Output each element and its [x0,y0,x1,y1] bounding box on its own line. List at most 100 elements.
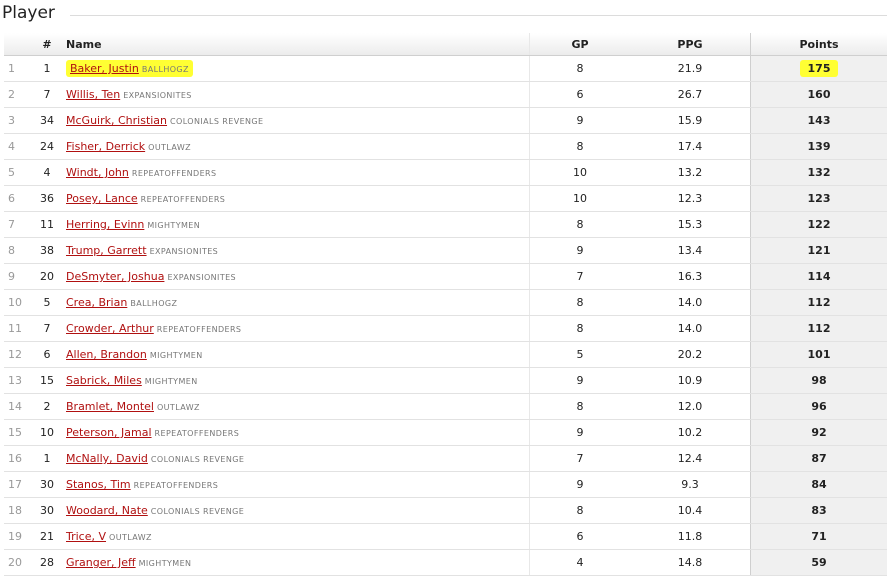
player-cell: Fisher, Derrick OUTLAWZ [62,133,530,160]
title-divider [70,15,887,16]
player-link[interactable]: Crea, Brian [66,296,127,309]
player-link[interactable]: Herring, Evinn [66,218,144,231]
name-wrapper: McNally, David COLONIALS REVENGE [66,452,244,465]
row-index: 12 [4,341,32,368]
name-wrapper: Crea, Brian BALLHOGZ [66,296,177,309]
row-index: 14 [4,393,32,420]
jersey-number: 1 [32,55,62,82]
team-name: OUTLAWZ [109,533,152,542]
jersey-number: 7 [32,81,62,108]
row-index: 13 [4,367,32,394]
row-index: 4 [4,133,32,160]
name-wrapper: Trump, Garrett EXPANSIONITES [66,244,218,257]
table-row: 13 15 Sabrick, Miles MIGHTYMEN 9 10.9 98 [4,367,887,394]
jersey-number: 11 [32,211,62,238]
points-cell: 59 [750,549,887,576]
points-cell: 71 [750,523,887,550]
column-header-ppg[interactable]: PPG [630,33,751,56]
player-link[interactable]: Woodard, Nate [66,504,148,517]
points-cell: 114 [750,263,887,290]
team-name: MIGHTYMEN [138,559,192,568]
points-cell: 92 [750,419,887,446]
row-index: 18 [4,497,32,524]
player-cell: DeSmyter, Joshua EXPANSIONITES [62,263,530,290]
player-cell: Bramlet, Montel OUTLAWZ [62,393,530,420]
row-index: 11 [4,315,32,342]
column-header-index [4,33,32,56]
team-name: MIGHTYMEN [147,221,201,230]
table-row: 17 30 Stanos, Tim REPEATOFFENDERS 9 9.3 84 [4,471,887,498]
player-link[interactable]: Baker, Justin [70,62,139,75]
name-wrapper: Windt, John REPEATOFFENDERS [66,166,217,179]
games-played: 10 [529,185,630,212]
player-link[interactable]: Crowder, Arthur [66,322,154,335]
name-wrapper: Herring, Evinn MIGHTYMEN [66,218,200,231]
points-per-game: 17.4 [630,133,751,160]
points-per-game: 13.2 [630,159,751,186]
games-played: 9 [529,471,630,498]
points-value: 71 [811,530,827,543]
points-cell: 175 [750,55,887,82]
player-link[interactable]: Willis, Ten [66,88,120,101]
player-link[interactable]: Bramlet, Montel [66,400,154,413]
player-cell: Crea, Brian BALLHOGZ [62,289,530,316]
points-cell: 160 [750,81,887,108]
player-cell: Willis, Ten EXPANSIONITES [62,81,530,108]
player-link[interactable]: McGuirk, Christian [66,114,167,127]
games-played: 8 [529,315,630,342]
points-value: 96 [811,400,827,413]
player-cell: Trice, V OUTLAWZ [62,523,530,550]
name-wrapper: Trice, V OUTLAWZ [66,530,152,543]
table-row: 2 7 Willis, Ten EXPANSIONITES 6 26.7 160 [4,81,887,108]
player-link[interactable]: Trice, V [66,530,106,543]
points-value: 132 [807,166,831,179]
points-value: 114 [807,270,831,283]
team-name: COLONIALS REVENGE [170,117,264,126]
games-played: 4 [529,549,630,576]
points-per-game: 16.3 [630,263,751,290]
player-link[interactable]: Windt, John [66,166,129,179]
player-link[interactable]: Allen, Brandon [66,348,147,361]
jersey-number: 5 [32,289,62,316]
row-index: 5 [4,159,32,186]
jersey-number: 4 [32,159,62,186]
points-per-game: 15.3 [630,211,751,238]
games-played: 9 [529,107,630,134]
table-body: 1 1 Baker, Justin BALLHOGZ 8 21.9 175 2 7 Willis,… [4,55,887,576]
player-link[interactable]: Trump, Garrett [66,244,147,257]
player-link[interactable]: Posey, Lance [66,192,138,205]
points-cell: 121 [750,237,887,264]
column-header-points[interactable]: Points [750,33,887,56]
column-header-name[interactable]: Name [62,33,530,56]
player-link[interactable]: Fisher, Derrick [66,140,145,153]
player-cell: Woodard, Nate COLONIALS REVENGE [62,497,530,524]
points-value: 101 [807,348,831,361]
row-index: 6 [4,185,32,212]
player-link[interactable]: McNally, David [66,452,148,465]
row-index: 20 [4,549,32,576]
points-per-game: 14.8 [630,549,751,576]
games-played: 9 [529,367,630,394]
name-wrapper: Sabrick, Miles MIGHTYMEN [66,374,198,387]
name-wrapper: Allen, Brandon MIGHTYMEN [66,348,203,361]
player-link[interactable]: DeSmyter, Joshua [66,270,164,283]
points-cell: 122 [750,211,887,238]
jersey-number: 38 [32,237,62,264]
points-value: 121 [807,244,831,257]
player-link[interactable]: Stanos, Tim [66,478,131,491]
jersey-number: 7 [32,315,62,342]
column-header-gp[interactable]: GP [529,33,630,56]
team-name: COLONIALS REVENGE [150,455,245,464]
jersey-number: 2 [32,393,62,420]
name-wrapper: Crowder, Arthur REPEATOFFENDERS [66,322,241,335]
points-value: 83 [811,504,827,517]
games-played: 8 [529,289,630,316]
player-link[interactable]: Granger, Jeff [66,556,136,569]
player-link[interactable]: Peterson, Jamal [66,426,152,439]
player-cell: Allen, Brandon MIGHTYMEN [62,341,530,368]
team-name: OUTLAWZ [156,403,200,412]
player-link[interactable]: Sabrick, Miles [66,374,142,387]
team-name: REPEATOFFENDERS [156,325,242,334]
player-cell: McGuirk, Christian COLONIALS REVENGE [62,107,530,134]
column-header-number[interactable]: # [32,33,62,56]
